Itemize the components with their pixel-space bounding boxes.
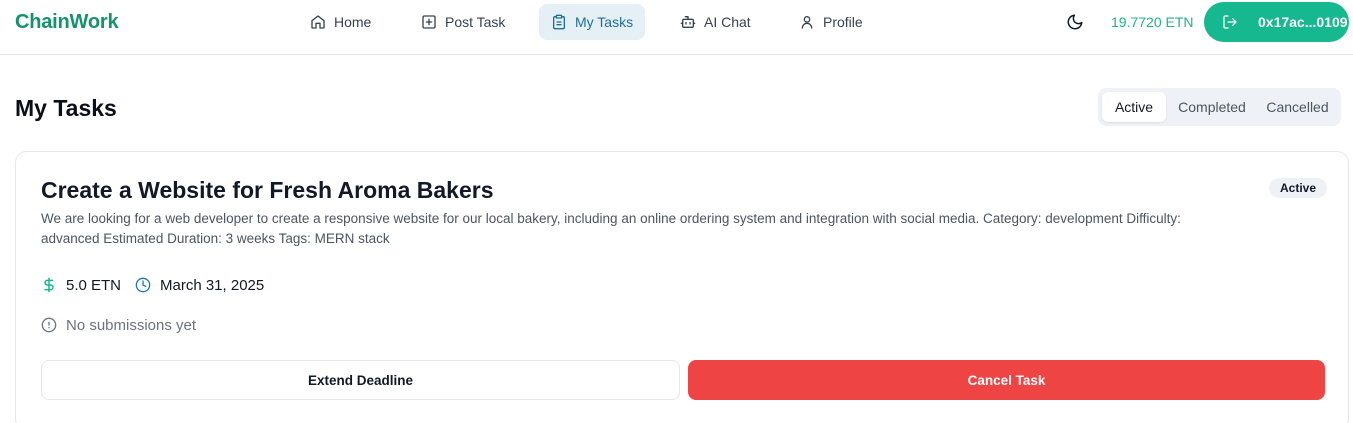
clipboard-icon [553,14,565,30]
tab-completed[interactable]: Completed [1170,92,1254,122]
nav-home-label: Home [334,14,372,30]
nav-ai-chat[interactable]: AI Chat [668,4,763,40]
task-deadline-value: March 31, 2025 [160,276,265,294]
tab-cancelled[interactable]: Cancelled [1258,92,1337,122]
nav-post-task[interactable]: Post Task [409,4,517,40]
nav-profile[interactable]: Profile [787,4,875,40]
page-title: My Tasks [15,95,117,121]
plus-square-icon [422,15,436,29]
wallet-balance: 19.7720 ETN [1111,14,1194,30]
nav-my-tasks-label: My Tasks [575,14,634,30]
nav-profile-label: Profile [823,14,863,30]
cancel-task-button[interactable]: Cancel Task [688,360,1325,400]
nav-ai-chat-label: AI Chat [704,14,751,30]
task-description: We are looking for a web developer to cr… [41,211,1181,246]
task-card: Create a Website for Fresh Aroma Bakers … [15,151,1349,423]
home-icon [311,15,325,29]
task-deadline: March 31, 2025 [135,273,264,297]
status-badge: Active [1269,178,1328,198]
brand-logo[interactable]: ChainWork [15,11,119,34]
dollar-icon [44,277,54,293]
task-title: Create a Website for Fresh Aroma Bakers [41,177,494,203]
task-status-tabs: Active Completed Cancelled [1098,88,1341,126]
wallet-address: 0x17ac...0109 [1258,14,1348,30]
nav-post-task-label: Post Task [445,14,506,30]
nav-home[interactable]: Home [298,4,383,40]
moon-icon[interactable] [1066,13,1084,31]
bot-icon [680,16,696,28]
clock-icon [135,277,151,293]
tab-active[interactable]: Active [1102,92,1166,122]
logout-icon [1223,15,1237,29]
nav-my-tasks[interactable]: My Tasks [539,4,646,40]
user-icon [801,16,813,29]
extend-deadline-button[interactable]: Extend Deadline [41,360,680,400]
submissions-status: No submissions yet [41,313,196,337]
task-reward-value: 5.0 ETN [66,276,122,294]
wallet-button[interactable]: 0x17ac...0109 [1204,2,1349,42]
task-reward: 5.0 ETN [41,273,121,297]
navbar: ChainWork Home Post Task My Tasks AI Cha… [0,0,1353,55]
alert-circle-icon [41,317,57,333]
submissions-text: No submissions yet [66,316,197,334]
